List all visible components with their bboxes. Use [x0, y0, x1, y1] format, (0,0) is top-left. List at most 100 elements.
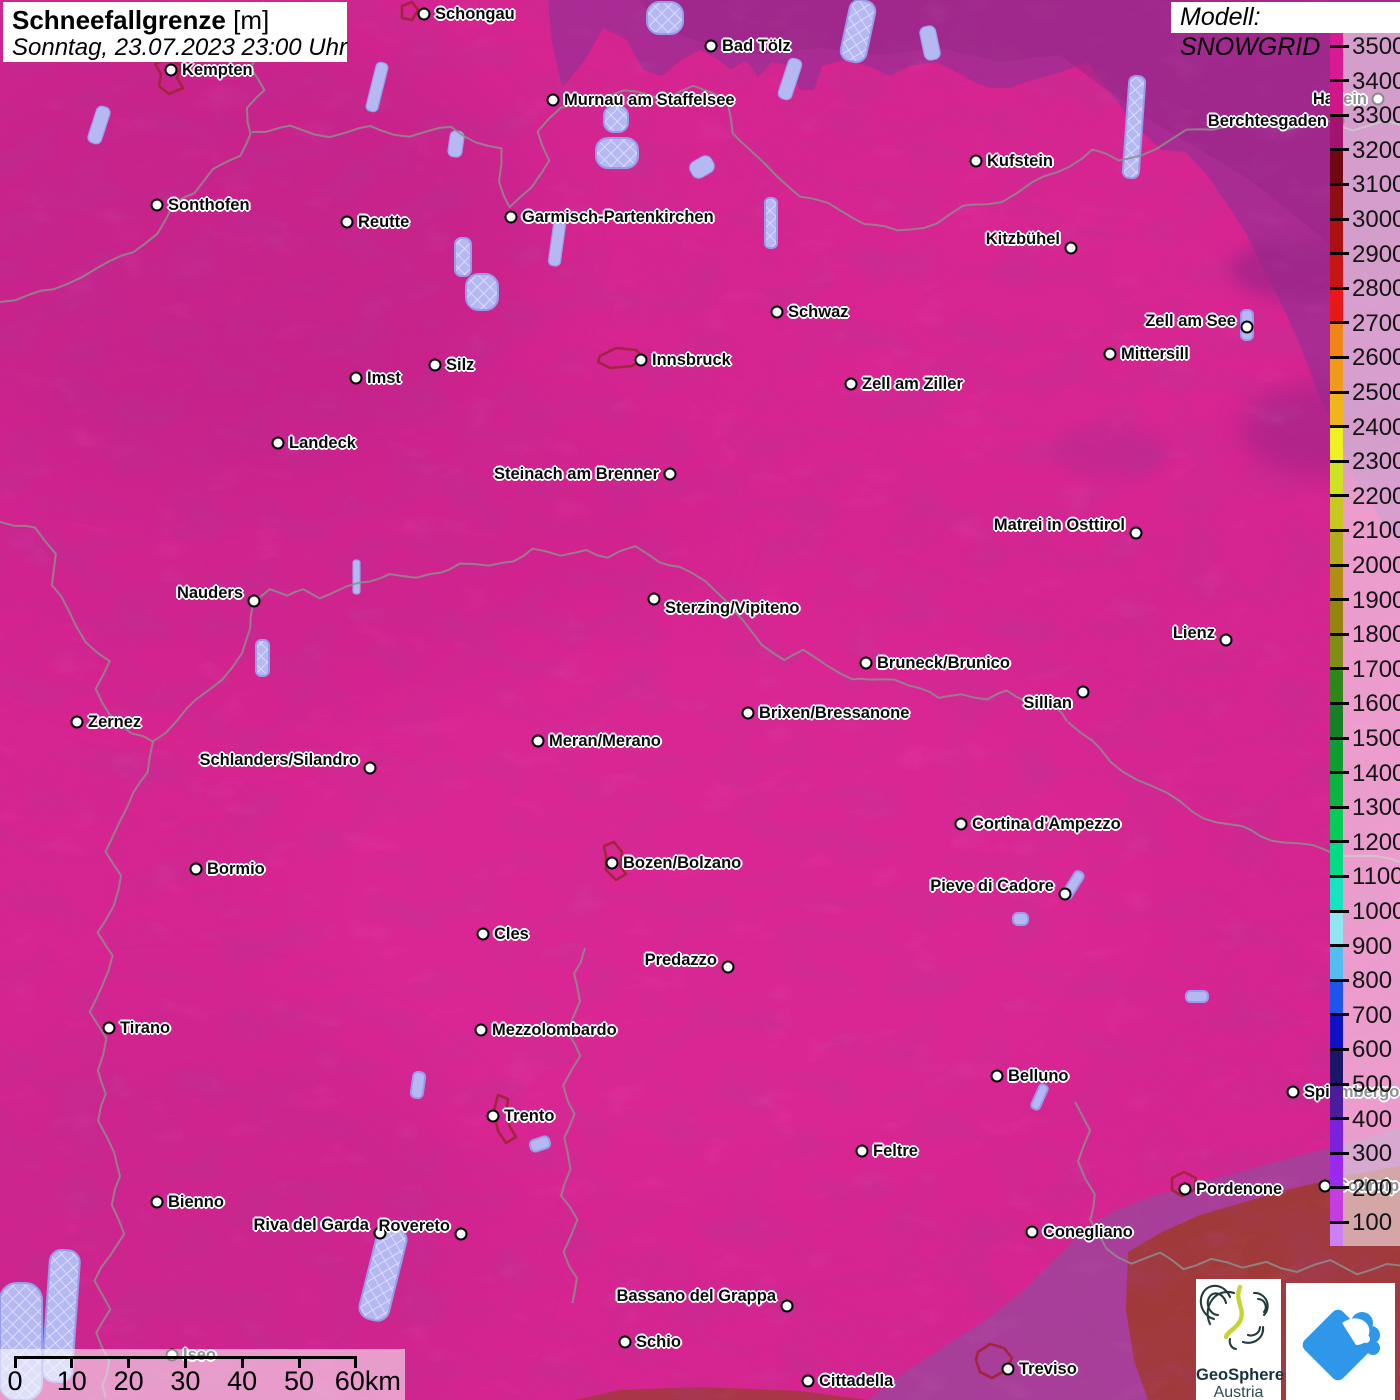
legend-tick — [1330, 44, 1349, 48]
city-label-cortina-d-ampezzo: Cortina d'Ampezzo — [972, 815, 1121, 833]
legend-tick — [1330, 840, 1349, 844]
legend-value-700: 700 — [1352, 1001, 1393, 1029]
legend-tick — [1330, 805, 1349, 809]
city-dot-schwaz — [770, 305, 784, 319]
legend-tick — [1330, 1047, 1349, 1051]
city-dot-treviso — [1001, 1362, 1015, 1376]
city-dot-zell-am-see — [1240, 320, 1254, 334]
legend-tick — [1330, 1151, 1349, 1155]
city-label-schongau: Schongau — [435, 5, 515, 23]
city-label-bienno: Bienno — [168, 1193, 224, 1211]
legend-value-600: 600 — [1352, 1036, 1393, 1064]
city-dot-sonthofen — [150, 198, 164, 212]
city-dot-kempten — [164, 63, 178, 77]
legend-color-strip — [1330, 33, 1343, 1246]
lake — [1185, 990, 1209, 1003]
legend-tick — [1330, 528, 1349, 532]
city-dot-sillian — [1076, 685, 1090, 699]
city-dot-spilimbergo — [1286, 1085, 1300, 1099]
title-box: Schneefallgrenze [m] Sonntag, 23.07.2023… — [3, 2, 347, 62]
legend-value-1000: 1000 — [1352, 898, 1400, 925]
city-dot-zernez — [70, 715, 84, 729]
legend-value-2400: 2400 — [1352, 413, 1400, 441]
scalebar-label-0: 0 — [7, 1366, 23, 1396]
legend-value-2700: 2700 — [1352, 309, 1400, 337]
legend-value-300: 300 — [1352, 1140, 1393, 1168]
legend-value-1800: 1800 — [1352, 621, 1400, 649]
lake — [646, 1, 684, 35]
city-dot-bassano-del-grappa — [780, 1299, 794, 1313]
legend-tick — [1330, 494, 1349, 498]
legend-value-900: 900 — [1352, 932, 1393, 960]
river — [352, 559, 361, 595]
scalebar-label-30: 30 — [170, 1366, 201, 1396]
legend-value-2000: 2000 — [1352, 552, 1400, 579]
legend-tick — [1330, 771, 1349, 775]
legend-value-200: 200 — [1352, 1174, 1393, 1202]
legend-tick — [1330, 1013, 1349, 1017]
city-label-cles: Cles — [494, 925, 529, 943]
legend-tick — [1330, 425, 1349, 429]
city-dot-reutte — [340, 215, 354, 229]
legend-tick — [1330, 1117, 1349, 1121]
legend-value-800: 800 — [1352, 967, 1393, 995]
city-dot-mittersill — [1103, 347, 1117, 361]
lake — [595, 137, 639, 169]
legend-tick — [1330, 667, 1349, 671]
legend-tick — [1330, 1186, 1349, 1190]
legend-value-2900: 2900 — [1352, 240, 1400, 268]
city-label-pordenone: Pordenone — [1196, 1180, 1283, 1198]
city-label-kufstein: Kufstein — [987, 152, 1053, 170]
legend-value-3500: 3500 — [1352, 33, 1400, 60]
legend-tick — [1330, 390, 1349, 394]
city-label-bad-t-lz: Bad Tölz — [722, 37, 791, 55]
geosphere-logo-country: Austria — [1213, 1384, 1264, 1400]
city-label-landeck: Landeck — [289, 434, 356, 452]
city-dot-cles — [476, 927, 490, 941]
legend-value-1400: 1400 — [1352, 759, 1400, 787]
city-label-meran-merano: Meran/Merano — [549, 732, 661, 750]
city-label-zell-am-ziller: Zell am Ziller — [862, 375, 963, 393]
legend-value-1200: 1200 — [1352, 828, 1400, 856]
city-label-mezzolombardo: Mezzolombardo — [492, 1021, 617, 1039]
legend-tick — [1330, 1082, 1349, 1086]
lake — [255, 639, 270, 677]
city-dot-bozen-bolzano — [605, 856, 619, 870]
city-dot-imst — [349, 371, 363, 385]
city-label-trento: Trento — [504, 1107, 555, 1125]
city-dot-bruneck-brunico — [859, 656, 873, 670]
city-dot-bienno — [150, 1195, 164, 1209]
city-label-bruneck-brunico: Bruneck/Brunico — [877, 654, 1010, 672]
legend-tick — [1330, 1220, 1349, 1224]
legend-value-1100: 1100 — [1352, 863, 1400, 891]
city-dot-steinach-am-brenner — [663, 467, 677, 481]
legend-value-1500: 1500 — [1352, 725, 1400, 752]
legend-value-1900: 1900 — [1352, 586, 1400, 614]
city-label-conegliano: Conegliano — [1043, 1223, 1133, 1241]
scalebar-label-10: 10 — [56, 1366, 87, 1396]
city-dot-trento — [486, 1109, 500, 1123]
city-dot-bad-t-lz — [704, 39, 718, 53]
city-dot-sterzing-vipiteno — [647, 592, 661, 606]
city-label-sillian: Sillian — [1023, 694, 1072, 712]
legend-tick — [1330, 148, 1349, 152]
city-label-reutte: Reutte — [358, 213, 410, 231]
city-dot-murnau-am-staffelsee — [546, 93, 560, 107]
scalebar-label-60km: 60km — [334, 1366, 401, 1396]
city-label-schio: Schio — [636, 1333, 681, 1351]
legend-value-2800: 2800 — [1352, 275, 1400, 303]
city-label-treviso: Treviso — [1019, 1360, 1077, 1378]
city-label-sonthofen: Sonthofen — [168, 196, 250, 214]
scalebar-label-40: 40 — [227, 1366, 258, 1396]
city-label-schwaz: Schwaz — [788, 303, 849, 321]
legend-value-2100: 2100 — [1352, 517, 1400, 545]
legend-tick — [1330, 79, 1349, 83]
city-dot-meran-merano — [531, 734, 545, 748]
legend-tick — [1330, 113, 1349, 117]
legend-tick — [1330, 632, 1349, 636]
legend-value-3000: 3000 — [1352, 206, 1400, 233]
city-dot-garmisch-partenkirchen — [504, 210, 518, 224]
geosphere-logo-name: GeoSphere — [1196, 1366, 1285, 1384]
city-label-cittadella: Cittadella — [819, 1372, 894, 1390]
legend-value-3200: 3200 — [1352, 136, 1400, 164]
